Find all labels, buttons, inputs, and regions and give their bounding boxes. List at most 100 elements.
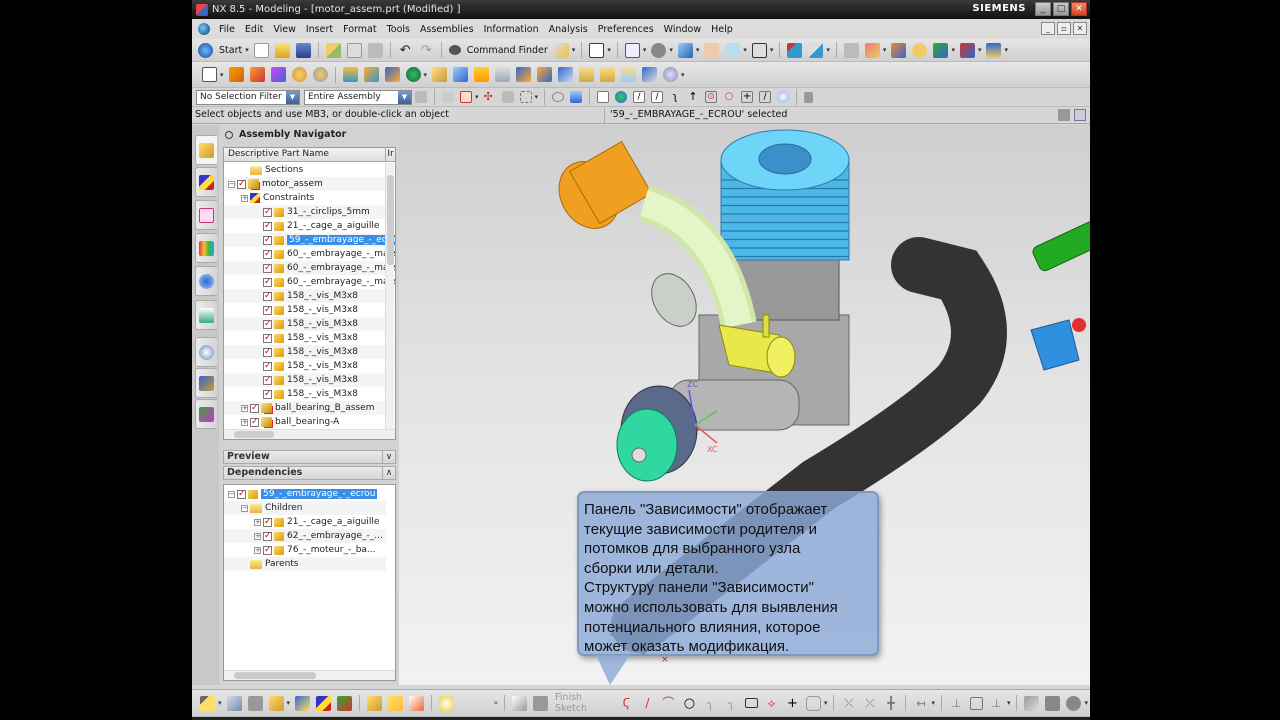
relations-browser-icon[interactable] [1066,695,1082,711]
visibility-checkbox[interactable]: ✓ [263,235,272,245]
tab-constraint-navigator[interactable] [195,167,217,197]
orient-view-icon[interactable] [651,42,667,58]
menu-information[interactable]: Information [479,24,544,35]
expand-icon[interactable]: + [254,532,261,540]
visibility-checkbox[interactable]: ✓ [263,319,272,329]
collapse-icon[interactable]: − [228,490,235,498]
edge-blend-icon[interactable] [474,67,490,82]
paste-icon[interactable] [367,42,383,58]
find-icon[interactable] [912,42,928,58]
cut-icon[interactable] [325,42,341,58]
rapid-dimension-icon[interactable]: ↤ [913,696,928,711]
chamfer-sketch-icon[interactable]: ╮ [724,696,739,711]
boss-icon[interactable] [291,67,307,82]
assembly-constraint-icon[interactable] [316,695,332,711]
tree-row[interactable]: Sections [224,163,386,177]
menu-window[interactable]: Window [659,24,706,35]
graphics-window[interactable]: ZC XC × Панель "Зависимости" отображает … [399,125,1090,685]
revolve-icon[interactable] [249,67,265,82]
alternate-solution-icon[interactable] [1024,695,1040,711]
redo-icon[interactable]: ↷ [419,43,434,58]
chamfer-icon[interactable] [495,67,511,82]
tree-row[interactable]: ✓ 21_-_cage_a_aiguille [224,219,386,233]
auto-constrain-icon[interactable]: ⊥ [989,696,1004,711]
tree-row[interactable]: ✓ 158_-_vis_M3x8 [224,289,386,303]
distance-icon[interactable] [986,42,1002,58]
filter-reset-icon[interactable] [415,91,427,103]
create-new-parent-icon[interactable] [268,695,284,711]
tree-row[interactable]: ✓ 158_-_vis_M3x8 [224,387,386,401]
selection-scope-select[interactable]: Entire Assembly ▼ [304,89,412,105]
offset-curve-icon[interactable] [805,695,821,711]
menu-edit[interactable]: Edit [240,24,268,35]
intersection-point-icon[interactable]: ↑ [687,91,699,103]
fillet-icon[interactable]: ╮ [703,696,718,711]
draft-icon[interactable] [537,67,553,82]
chevron-up-icon[interactable]: ∧ [382,467,395,479]
visibility-checkbox[interactable]: ✓ [263,375,272,385]
visibility-checkbox[interactable]: ✓ [263,305,272,315]
menu-tools[interactable]: Tools [382,24,415,35]
section-view-icon[interactable] [725,42,741,58]
utility-icon[interactable] [553,42,569,58]
hole-icon[interactable] [270,67,286,82]
sphere-icon[interactable] [663,67,679,82]
sketch-icon[interactable] [512,695,528,711]
move-component-icon[interactable] [295,695,311,711]
existing-point-icon[interactable]: + [741,91,754,103]
visibility-checkbox[interactable]: ✓ [237,179,246,189]
deselect-icon[interactable] [501,91,514,103]
fit-view-icon[interactable] [624,42,640,58]
visibility-checkbox[interactable]: ✓ [263,389,272,399]
tab-web-browser[interactable] [195,300,217,330]
measure-icon[interactable] [891,42,907,58]
trim-body-icon[interactable] [453,67,469,82]
tree-row[interactable]: ✓ 31_-_circlips_5mm [224,205,386,219]
preview-section-header[interactable]: Preview ∨ [223,450,396,464]
tab-hd3d-tools[interactable] [195,266,217,296]
visibility-checkbox[interactable]: ✓ [263,545,272,555]
new-component-icon[interactable] [247,695,263,711]
tree-row[interactable]: Parents [224,557,386,571]
info-icon[interactable] [589,42,605,58]
tab-part-navigator[interactable] [195,200,217,230]
clutch[interactable] [616,385,698,482]
trim-sheet-icon[interactable] [600,67,616,82]
menu-file[interactable]: File [214,24,240,35]
visibility-checkbox[interactable]: ✓ [237,489,246,499]
vertical-scrollbar[interactable] [385,163,394,429]
line-icon[interactable]: / [640,696,655,711]
minimize-button[interactable]: _ [1035,2,1051,16]
arc-center-icon[interactable]: ⊙ [705,91,718,103]
select-within-icon[interactable]: ✣ [484,91,496,103]
arc-icon[interactable]: ⌒ [661,696,676,711]
open-icon[interactable] [274,42,290,58]
expand-icon[interactable]: + [241,404,248,412]
status-icon[interactable] [1058,109,1070,121]
assembly-constraints-icon[interactable] [200,695,215,711]
datum-plane-icon[interactable] [342,67,358,82]
csys-icon[interactable] [864,42,880,58]
general-selection-icon[interactable] [442,91,454,103]
menu-preferences[interactable]: Preferences [593,24,659,35]
tab-assembly-navigator[interactable] [195,135,217,165]
expand-icon[interactable]: + [241,418,248,426]
visibility-checkbox[interactable]: ✓ [263,221,272,231]
extrude-icon[interactable] [228,67,244,82]
menu-help[interactable]: Help [706,24,738,35]
air-filter[interactable] [547,140,653,240]
mid-point-icon[interactable]: / [651,91,664,103]
show-dof-icon[interactable] [337,695,353,711]
expand-icon[interactable]: + [254,546,261,554]
visibility-checkbox[interactable]: ✓ [263,531,272,541]
tree-row[interactable]: ✓ 158_-_vis_M3x8 [224,359,386,373]
show-hidden-icon[interactable] [552,92,565,102]
end-point-icon[interactable]: / [633,91,646,103]
sew-icon[interactable] [621,67,637,82]
rectangle-select-icon[interactable] [519,91,532,103]
quick-trim-icon[interactable]: ⤫ [841,696,856,711]
tree-row[interactable]: ✓ 60_-_embrayage_-_mass... [224,261,395,275]
tree-row[interactable]: + ✓ 76_-_moteur_-_ba... [224,543,386,557]
wcs-icon[interactable] [787,42,803,58]
feature-selection-icon[interactable] [460,91,472,103]
